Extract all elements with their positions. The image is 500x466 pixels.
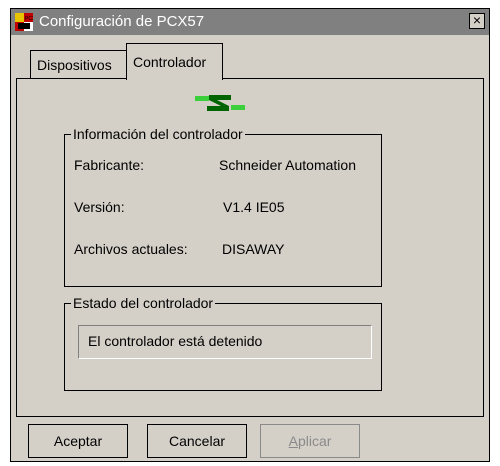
apply-button[interactable]: Aplicar <box>260 424 360 458</box>
tab-dispositivos[interactable]: Dispositivos <box>30 50 127 78</box>
version-label: Versión: <box>74 199 125 215</box>
controller-status-legend: Estado del controlador <box>71 294 216 312</box>
fabricante-value: Schneider Automation <box>219 157 356 173</box>
archivos-label: Archivos actuales: <box>74 241 188 257</box>
close-button[interactable]: × <box>469 13 485 29</box>
tab-controlador[interactable]: Controlador <box>126 43 223 80</box>
fabricante-label: Fabricante: <box>74 157 145 173</box>
controller-status-group: Estado del controlador El controlador es… <box>64 294 382 391</box>
apply-label-rest: plicar <box>297 433 332 449</box>
controller-info-legend: Información del controlador <box>71 125 245 143</box>
apply-accelerator: A <box>288 433 298 449</box>
cancel-button[interactable]: Cancelar <box>147 424 247 458</box>
schneider-s-logo-icon <box>195 95 245 111</box>
controller-status-field: El controlador está detenido <box>78 325 372 359</box>
version-value: V1.4 IE05 <box>223 199 285 215</box>
controller-info-group: Información del controlador Fabricante: … <box>64 125 382 287</box>
svg-text:PCX: PCX <box>25 16 33 22</box>
accept-button[interactable]: Aceptar <box>28 424 128 458</box>
pcx-app-icon: PCX <box>15 13 33 31</box>
archivos-value: DISAWAY <box>222 241 285 257</box>
window-title: Configuración de PCX57 <box>39 13 205 30</box>
controlador-panel: Información del controlador Fabricante: … <box>16 78 484 417</box>
title-bar[interactable]: PCX Configuración de PCX57 × <box>11 9 489 35</box>
configuration-dialog: PCX Configuración de PCX57 × Dispositivo… <box>10 8 490 462</box>
